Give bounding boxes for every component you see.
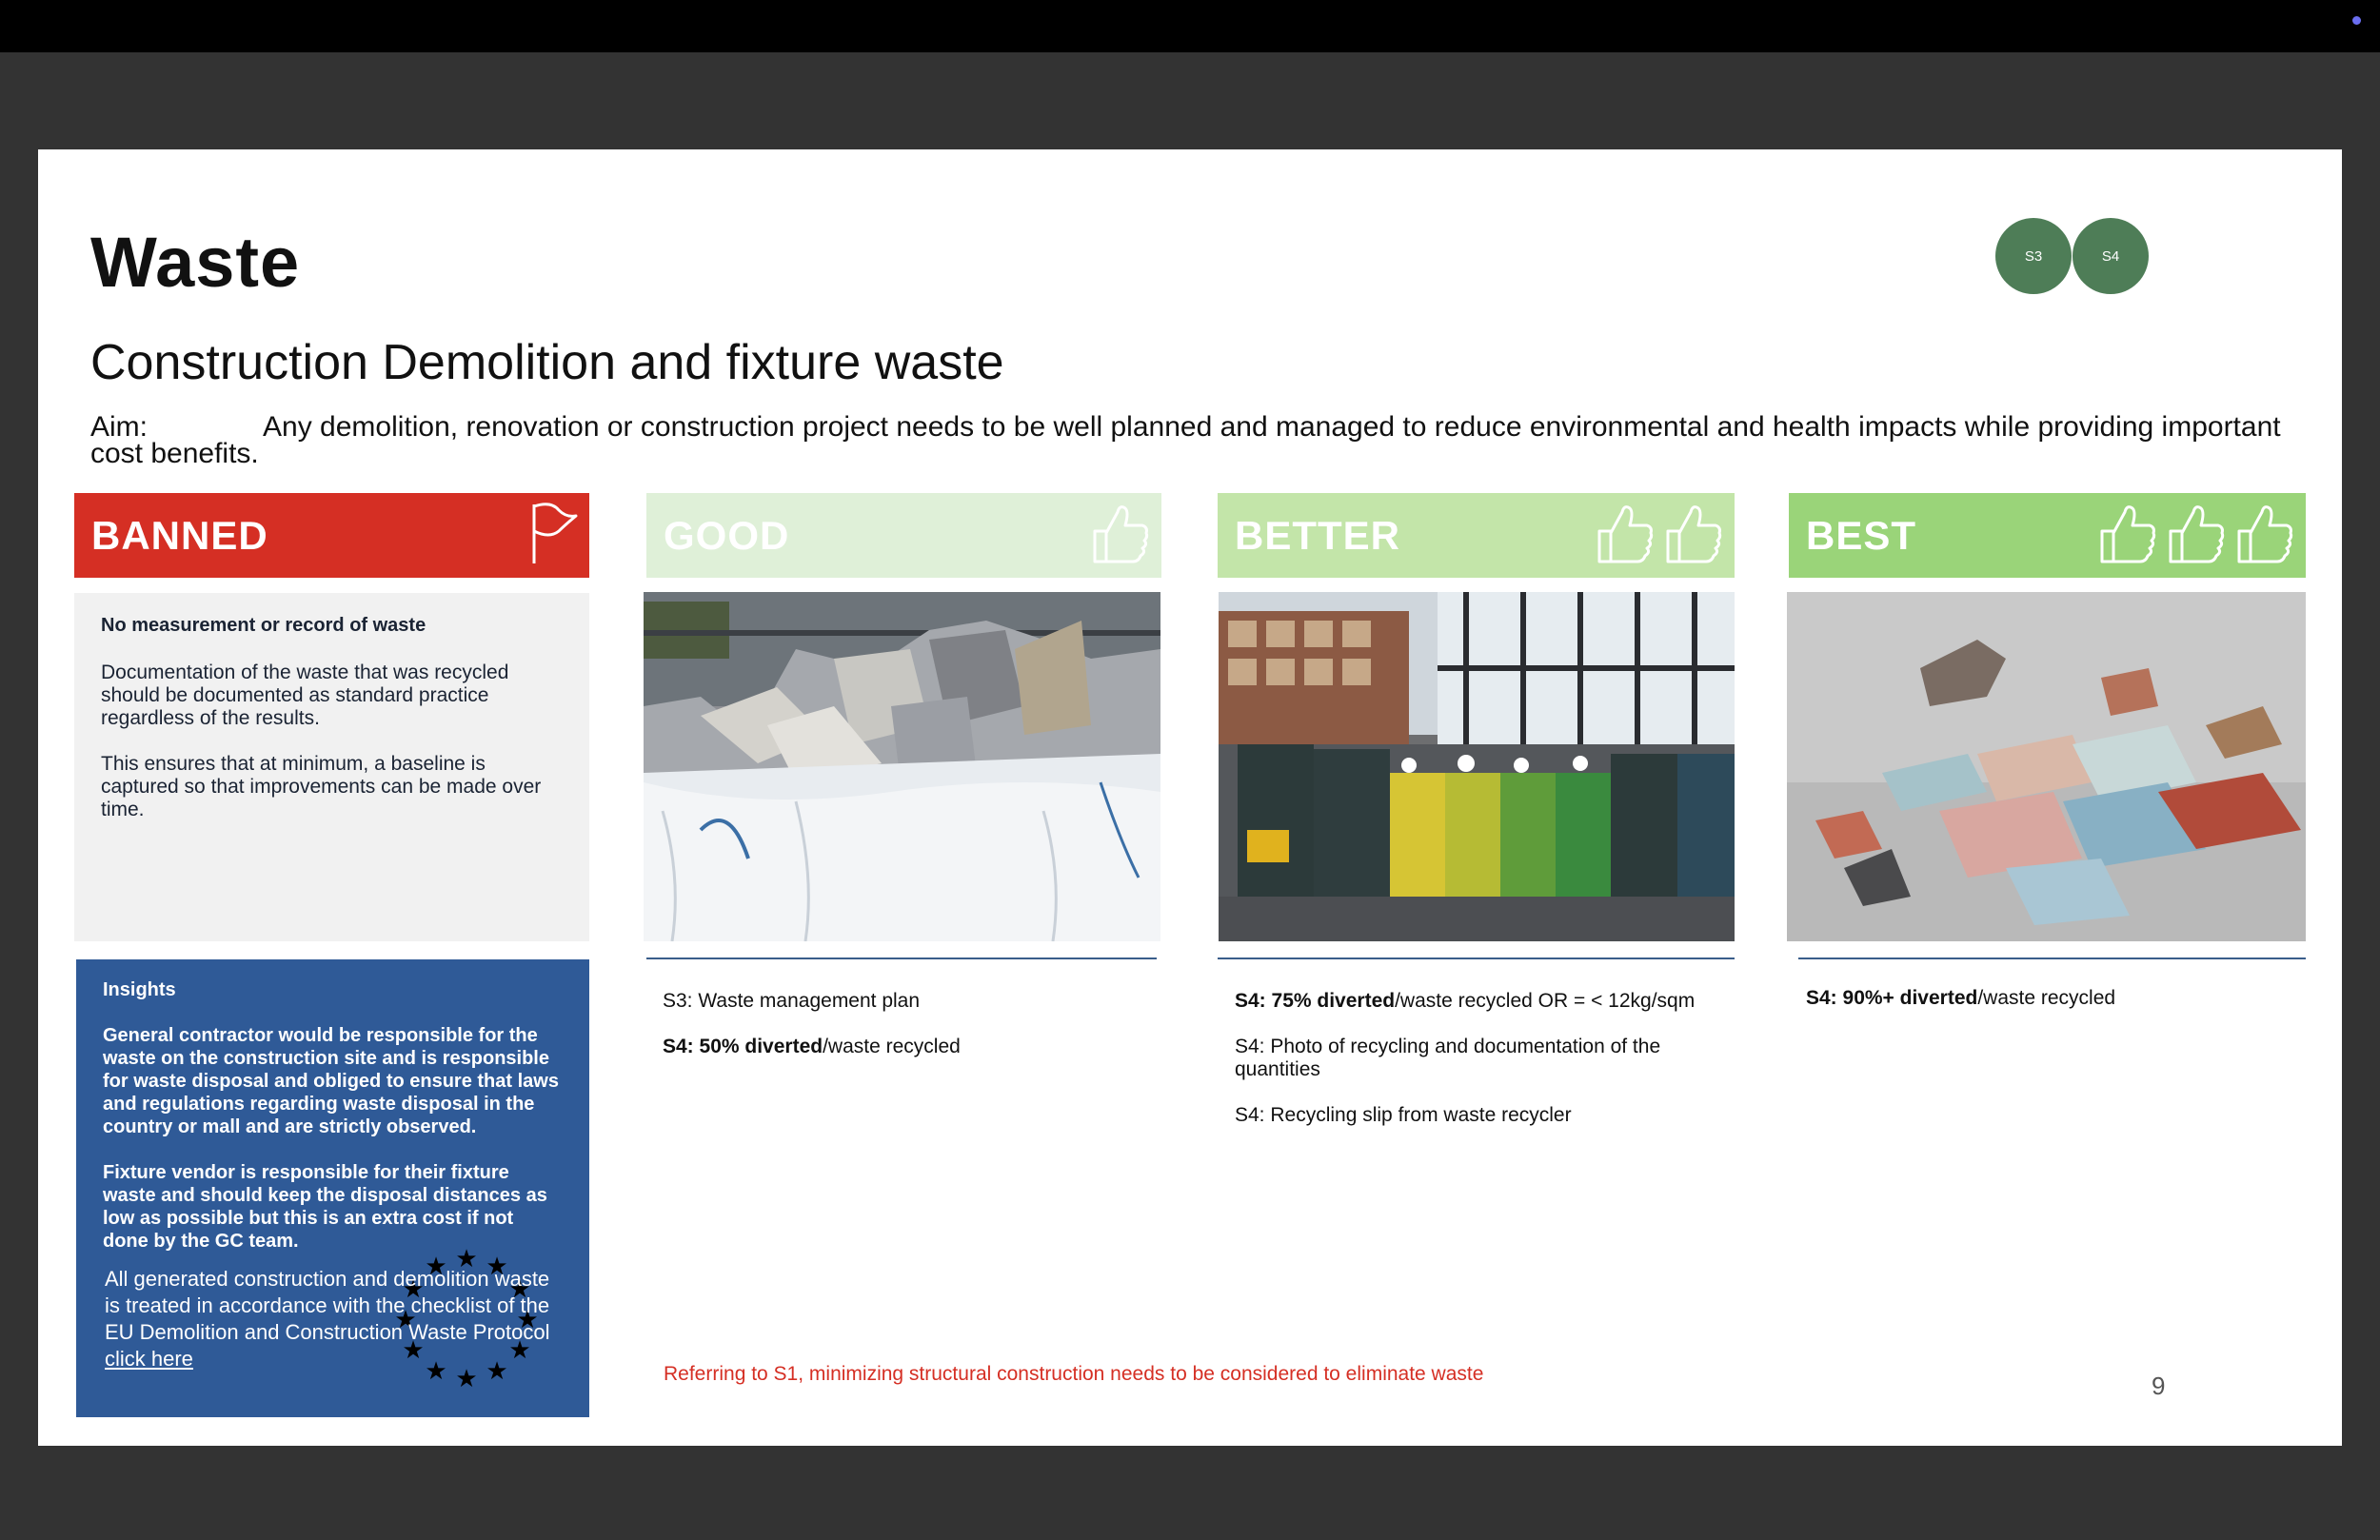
insights-paragraph-2: Fixture vendor is responsible for their …	[103, 1162, 547, 1252]
best-criteria: S4: 90%+ diverted/waste recycled	[1806, 987, 2301, 1033]
better-criteria-line-2: S4: Photo of recycling and documentation…	[1235, 1036, 1661, 1080]
thumbs-up-icon	[2237, 505, 2293, 563]
slide: Waste S3 S4 Construction Demolition and …	[38, 149, 2342, 1446]
recycling-bins-photo	[1219, 592, 1735, 941]
badge-s3: S3	[1995, 218, 2072, 294]
banned-paragraph-1: Documentation of the waste that was recy…	[101, 661, 509, 729]
best-divider	[1798, 958, 2306, 959]
thumbs-up-icon	[2169, 505, 2225, 563]
better-label: BETTER	[1235, 512, 1400, 558]
thumbs-up-icon	[1597, 505, 1654, 563]
aim-label: Aim:	[90, 411, 148, 443]
good-header: GOOD	[646, 493, 1161, 578]
aim-text: Any demolition, renovation or constructi…	[90, 411, 2281, 469]
banned-description: No measurement or record of waste Docume…	[74, 593, 589, 941]
good-criteria-rest: /waste recycled	[823, 1036, 961, 1057]
thumbs-up-icon	[1093, 505, 1149, 563]
best-label: BEST	[1806, 512, 1917, 558]
better-criteria: S4: 75% diverted/waste recycled OR = < 1…	[1235, 990, 1730, 1150]
recycled-materials-photo	[1787, 592, 2306, 941]
construction-waste-bag-photo	[644, 592, 1160, 941]
better-criteria-line-3: S4: Recycling slip from waste recycler	[1235, 1104, 1572, 1126]
good-label: GOOD	[664, 512, 790, 558]
slide-subtitle: Construction Demolition and fixture wast…	[90, 335, 1004, 390]
thumbs-up-icon	[1666, 505, 1722, 563]
best-header: BEST	[1789, 493, 2306, 578]
better-header: BETTER	[1218, 493, 1735, 578]
click-here-link[interactable]: click here	[105, 1347, 193, 1371]
slide-title: Waste	[90, 223, 301, 302]
badge-s4: S4	[2073, 218, 2149, 294]
banned-paragraph-2: This ensures that at minimum, a baseline…	[101, 753, 542, 820]
good-criteria: S3: Waste management plan S4: 50% divert…	[663, 990, 1139, 1081]
banned-heading: No measurement or record of waste	[101, 615, 426, 636]
eu-protocol-sentence: All generated construction and demolitio…	[105, 1267, 550, 1344]
banned-label: BANNED	[91, 512, 268, 558]
banned-header: BANNED	[74, 493, 589, 578]
good-criteria-line-1: S3: Waste management plan	[663, 990, 921, 1012]
better-divider	[1218, 958, 1735, 959]
better-criteria-rest: /waste recycled OR = < 12kg/sqm	[1395, 990, 1696, 1012]
good-divider	[646, 958, 1157, 959]
flag-icon	[530, 503, 578, 565]
better-criteria-bold: S4: 75% diverted	[1235, 990, 1396, 1012]
good-criteria-bold: S4: 50% diverted	[663, 1036, 823, 1057]
page-number: 9	[2152, 1372, 2166, 1400]
eu-protocol-text: All generated construction and demolitio…	[103, 1266, 550, 1372]
best-criteria-line-1: S4: 90%+ diverted/waste recycled	[1806, 987, 2301, 1010]
footnote: Referring to S1, minimizing structural c…	[664, 1363, 1484, 1385]
good-criteria-line-2: S4: 50% diverted/waste recycled	[663, 1036, 1139, 1058]
best-criteria-bold: S4: 90%+ diverted	[1806, 987, 1978, 1009]
insights-paragraph-1: General contractor would be responsible …	[103, 1025, 559, 1137]
status-dot	[2352, 16, 2361, 25]
aim-statement: Aim: Any demolition, renovation or constr…	[90, 411, 2309, 469]
better-criteria-line-1: S4: 75% diverted/waste recycled OR = < 1…	[1235, 990, 1730, 1013]
insights-heading: Insights	[103, 979, 176, 1000]
thumbs-up-icon	[2100, 505, 2156, 563]
best-criteria-rest: /waste recycled	[1977, 987, 2116, 1009]
insights-panel: Insights General contractor would be res…	[76, 959, 589, 1417]
window-top-bar	[0, 0, 2380, 52]
